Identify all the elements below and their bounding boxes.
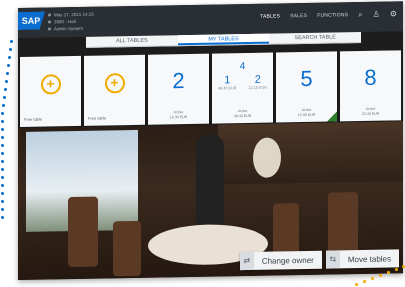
location-icon [48, 20, 51, 24]
change-owner-button[interactable]: ⇄ Change owner [239, 250, 322, 271]
user-icon[interactable]: ♙ [373, 10, 380, 19]
top-nav: TABLES SALES FUNCTIONS ⌕ ♙ ⚙ [260, 9, 397, 20]
nav-sales[interactable]: SALES [290, 13, 307, 19]
tile-table-split[interactable]: 4 1 2 48.40 EUR 22.10 EUR Active 48.40 E… [212, 52, 273, 124]
app-window: SAP May 17, 2021 14:15 3990 - Hall Admin… [18, 1, 403, 281]
tile-label: Free table [24, 116, 43, 122]
split-right-amount: 22.10 EUR [248, 85, 268, 90]
table-split: 4 1 2 48.40 EUR 22.10 EUR [212, 61, 273, 91]
table-status: Active 16.30 EUR [169, 110, 188, 120]
user-text: Admin System [54, 25, 84, 32]
table-status: Active 22.40 EUR [361, 106, 380, 117]
nav-functions[interactable]: FUNCTIONS [317, 12, 348, 19]
split-right-number: 2 [254, 73, 261, 86]
photo-wall [218, 121, 403, 185]
move-icon: ⇆ [325, 250, 340, 269]
split-left-number: 1 [224, 74, 231, 87]
table-number: 2 [172, 68, 185, 94]
split-left-amount: 48.40 EUR [217, 86, 237, 91]
owner-icon: ⇄ [239, 251, 254, 271]
tab-search-table[interactable]: SEARCH TABLE [269, 32, 361, 44]
session-info: May 17, 2021 14:15 3990 - Hall Admin Sys… [48, 11, 94, 33]
photo-chair [113, 220, 141, 277]
tile-add-table[interactable]: + Free table [20, 55, 81, 127]
photo-chair [68, 196, 98, 268]
nav-tables[interactable]: TABLES [260, 13, 280, 19]
tab-my-tables[interactable]: MY TABLES [177, 33, 270, 46]
user-small-icon [48, 27, 51, 31]
table-number: 5 [300, 65, 313, 92]
clock-icon [48, 13, 51, 17]
restaurant-photo: ⇄ Change owner ⇆ Move tables [18, 121, 403, 280]
photo-waiter [196, 134, 224, 225]
sap-logo: SAP [18, 12, 45, 30]
table-number: 4 [239, 61, 246, 73]
tile-add-table-alt[interactable]: + Free table [84, 54, 145, 126]
table-number: 8 [364, 64, 377, 90]
decorative-dots-left [0, 40, 18, 240]
tile-table[interactable]: 5 Active 15.90 EUR [276, 51, 337, 123]
table-status: Active 48.40 EUR [233, 108, 252, 119]
tab-all-tables[interactable]: ALL TABLES [86, 35, 178, 47]
decorative-dots-right [355, 265, 405, 287]
tile-table[interactable]: 8 Active 22.40 EUR [340, 50, 401, 122]
settings-icon[interactable]: ⚙ [390, 9, 397, 18]
plus-circle-icon: + [104, 73, 125, 94]
table-tiles: + Free table + Free table 2 Active 16.30… [18, 50, 403, 127]
tile-table[interactable]: 2 Active 16.30 EUR [148, 53, 209, 125]
plus-circle-icon: + [40, 74, 61, 95]
tile-label: Free table [88, 115, 107, 121]
search-icon[interactable]: ⌕ [358, 10, 362, 19]
table-status: Active 15.90 EUR [297, 107, 316, 118]
